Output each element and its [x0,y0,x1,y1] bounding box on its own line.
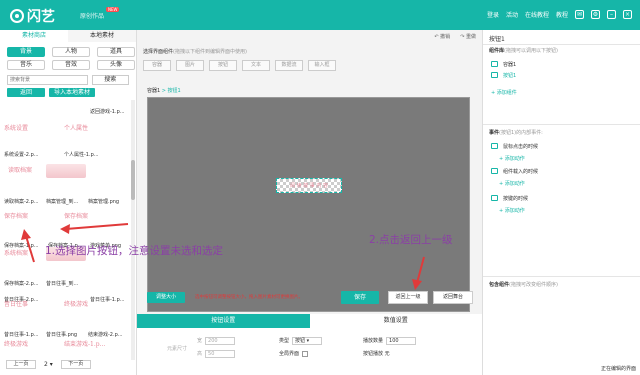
arrow-icon [21,229,35,263]
annotation-arrows [21,223,425,290]
arrow-icon [60,223,129,234]
arrow-icon [412,256,425,290]
